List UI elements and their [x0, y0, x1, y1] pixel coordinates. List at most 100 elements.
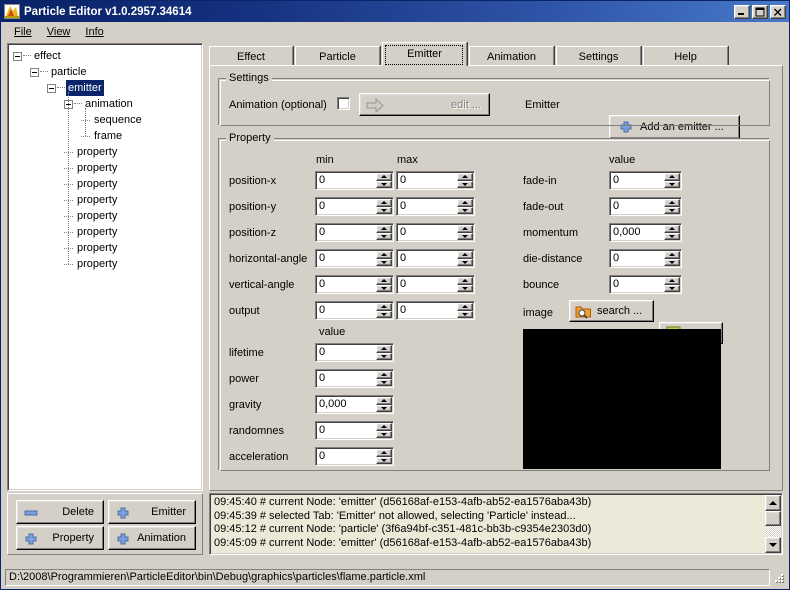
- spinner-up-icon[interactable]: [457, 173, 473, 181]
- spinner-down-icon[interactable]: [376, 180, 392, 188]
- spinner-up-icon[interactable]: [457, 277, 473, 285]
- delete-button[interactable]: Delete: [16, 500, 104, 524]
- add-emitter-side-button[interactable]: Emitter: [108, 500, 196, 524]
- spinner-position-x-max-value[interactable]: 0: [397, 172, 457, 189]
- spinner-down-icon[interactable]: [376, 430, 392, 438]
- spinner-gravity[interactable]: 0,000: [315, 395, 394, 414]
- add-animation-button[interactable]: Animation: [108, 526, 196, 550]
- scroll-up-icon[interactable]: [765, 495, 781, 511]
- spinner-up-icon[interactable]: [457, 303, 473, 311]
- spinner-bounce-value[interactable]: 0: [610, 276, 664, 293]
- log-scrollbar[interactable]: [765, 495, 781, 553]
- spinner-down-icon[interactable]: [457, 232, 473, 240]
- spinner-up-icon[interactable]: [664, 225, 680, 233]
- spinner-down-icon[interactable]: [664, 284, 680, 292]
- spinner-up-icon[interactable]: [457, 199, 473, 207]
- spinner-position-x-min[interactable]: 0: [315, 171, 394, 190]
- spinner-up-icon[interactable]: [376, 345, 392, 353]
- image-search-button[interactable]: search ...: [569, 300, 654, 322]
- tree-node[interactable]: property: [13, 240, 202, 256]
- spinner-up-icon[interactable]: [376, 251, 392, 259]
- spinner-down-icon[interactable]: [376, 310, 392, 318]
- spinner-up-icon[interactable]: [376, 371, 392, 379]
- spinner-down-icon[interactable]: [376, 284, 392, 292]
- tab-effect[interactable]: Effect: [209, 46, 293, 66]
- spinner-down-icon[interactable]: [457, 284, 473, 292]
- spinner-down-icon[interactable]: [457, 180, 473, 188]
- spinner-acceleration-value[interactable]: 0: [316, 448, 376, 465]
- tab-animation[interactable]: Animation: [469, 46, 554, 66]
- spinner-down-icon[interactable]: [457, 206, 473, 214]
- spinner-position-y-max[interactable]: 0: [396, 197, 475, 216]
- spinner-bounce[interactable]: 0: [609, 275, 682, 294]
- log-output[interactable]: 09:45:40 # current Node: 'emitter' (d561…: [209, 493, 783, 555]
- spinner-down-icon[interactable]: [376, 232, 392, 240]
- spinner-horizontal-angle-min-value[interactable]: 0: [316, 250, 376, 267]
- tree-collapse-icon[interactable]: [30, 67, 39, 77]
- spinner-gravity-value[interactable]: 0,000: [316, 396, 376, 413]
- image-preview[interactable]: [523, 329, 721, 469]
- tab-settings[interactable]: Settings: [556, 46, 641, 66]
- spinner-horizontal-angle-max[interactable]: 0: [396, 249, 475, 268]
- spinner-up-icon[interactable]: [664, 199, 680, 207]
- tree-node[interactable]: animation: [13, 96, 202, 112]
- tab-particle[interactable]: Particle: [295, 46, 380, 66]
- tab-help[interactable]: Help: [643, 46, 728, 66]
- tree-node[interactable]: property: [13, 224, 202, 240]
- spinner-position-x-max[interactable]: 0: [396, 171, 475, 190]
- spinner-down-icon[interactable]: [376, 206, 392, 214]
- spinner-down-icon[interactable]: [664, 232, 680, 240]
- spinner-position-x-min-value[interactable]: 0: [316, 172, 376, 189]
- spinner-up-icon[interactable]: [664, 277, 680, 285]
- spinner-acceleration[interactable]: 0: [315, 447, 394, 466]
- spinner-position-z-max[interactable]: 0: [396, 223, 475, 242]
- spinner-down-icon[interactable]: [457, 258, 473, 266]
- spinner-down-icon[interactable]: [376, 378, 392, 386]
- spinner-down-icon[interactable]: [664, 180, 680, 188]
- spinner-lifetime[interactable]: 0: [315, 343, 394, 362]
- add-property-button[interactable]: Property: [16, 526, 104, 550]
- spinner-down-icon[interactable]: [376, 456, 392, 464]
- spinner-position-y-min-value[interactable]: 0: [316, 198, 376, 215]
- tab-emitter[interactable]: Emitter: [382, 42, 467, 66]
- spinner-up-icon[interactable]: [376, 173, 392, 181]
- spinner-position-y-max-value[interactable]: 0: [397, 198, 457, 215]
- resize-grip[interactable]: [772, 571, 786, 585]
- tree-node[interactable]: property: [13, 192, 202, 208]
- scroll-thumb[interactable]: [765, 511, 781, 526]
- spinner-position-y-min[interactable]: 0: [315, 197, 394, 216]
- scroll-track[interactable]: [765, 526, 781, 537]
- spinner-down-icon[interactable]: [376, 258, 392, 266]
- spinner-up-icon[interactable]: [457, 225, 473, 233]
- tree-node[interactable]: emitter: [13, 80, 202, 96]
- add-an-emitter-button[interactable]: Add an emitter ...: [609, 115, 740, 139]
- spinner-lifetime-value[interactable]: 0: [316, 344, 376, 361]
- tree-node[interactable]: property: [13, 256, 202, 272]
- spinner-down-icon[interactable]: [376, 352, 392, 360]
- tree-node[interactable]: effect: [13, 48, 202, 64]
- spinner-down-icon[interactable]: [457, 310, 473, 318]
- tree-node[interactable]: property: [13, 160, 202, 176]
- spinner-up-icon[interactable]: [376, 277, 392, 285]
- maximize-button[interactable]: [752, 4, 768, 19]
- spinner-down-icon[interactable]: [376, 404, 392, 412]
- tree-node[interactable]: property: [13, 144, 202, 160]
- spinner-up-icon[interactable]: [664, 251, 680, 259]
- close-button[interactable]: [770, 4, 786, 19]
- spinner-randomnes-value[interactable]: 0: [316, 422, 376, 439]
- spinner-up-icon[interactable]: [376, 423, 392, 431]
- spinner-up-icon[interactable]: [376, 449, 392, 457]
- node-tree[interactable]: effect particle emitter animation sequence fr…: [7, 43, 203, 491]
- animation-optional-checkbox[interactable]: [337, 97, 350, 110]
- spinner-position-z-min-value[interactable]: 0: [316, 224, 376, 241]
- spinner-power-value[interactable]: 0: [316, 370, 376, 387]
- spinner-output-max[interactable]: 0: [396, 301, 475, 320]
- spinner-die-distance[interactable]: 0: [609, 249, 682, 268]
- menu-view[interactable]: View: [40, 24, 79, 40]
- spinner-position-z-min[interactable]: 0: [315, 223, 394, 242]
- spinner-vertical-angle-min[interactable]: 0: [315, 275, 394, 294]
- spinner-down-icon[interactable]: [664, 206, 680, 214]
- spinner-position-z-max-value[interactable]: 0: [397, 224, 457, 241]
- spinner-vertical-angle-max[interactable]: 0: [396, 275, 475, 294]
- spinner-vertical-angle-max-value[interactable]: 0: [397, 276, 457, 293]
